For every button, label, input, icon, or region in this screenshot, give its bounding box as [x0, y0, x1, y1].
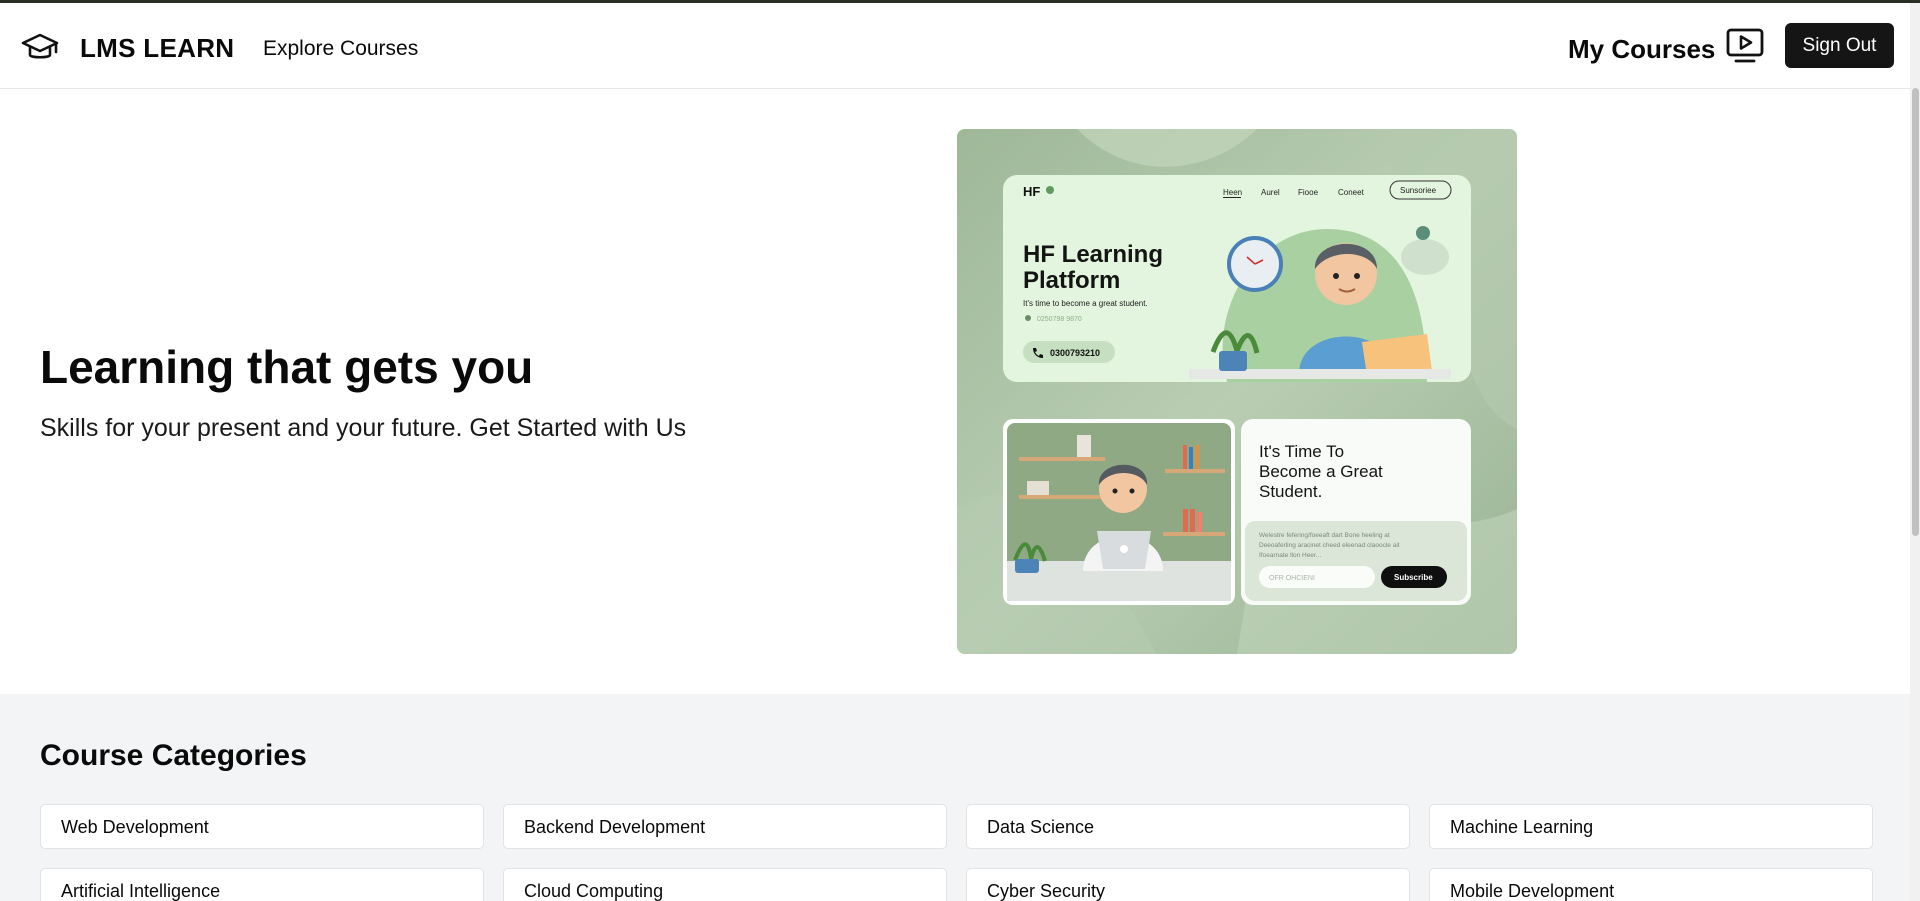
explore-courses-button[interactable]: Explore Courses [263, 37, 418, 61]
sign-out-button[interactable]: Sign Out [1785, 23, 1894, 68]
categories-heading: Course Categories [40, 739, 307, 772]
mock-card-heading-1: It's Time To [1259, 442, 1344, 461]
mock-email-input: OFR OHCIENI [1269, 575, 1315, 582]
category-machine-learning[interactable]: Machine Learning [1429, 804, 1873, 849]
mock-nav-item: Aurel [1261, 188, 1280, 197]
graduation-cap-icon [21, 33, 59, 59]
mock-tagline: It's time to become a great student. [1023, 299, 1148, 308]
category-cloud-computing[interactable]: Cloud Computing [503, 868, 947, 901]
leaf-icon [1046, 186, 1054, 194]
brand-name[interactable]: LMS LEARN [80, 33, 234, 64]
mock-small-phone: 0250798 9870 [1037, 316, 1082, 323]
category-mobile-development[interactable]: Mobile Development [1429, 868, 1873, 901]
category-web-development[interactable]: Web Development [40, 804, 484, 849]
hero-title: Learning that gets you [40, 341, 534, 393]
mock-card-heading-3: Student. [1259, 482, 1322, 501]
mock-nav-item: Coneet [1338, 188, 1365, 197]
mock-card-body-2: Deeoaferling aracinet cheed eleenad clao… [1259, 542, 1400, 549]
category-cyber-security[interactable]: Cyber Security [966, 868, 1410, 901]
gear-icon [1416, 226, 1430, 240]
scrollbar-thumb[interactable] [1912, 88, 1919, 536]
top-navbar: LMS LEARN Explore Courses My Courses Sig… [0, 3, 1920, 89]
mock-headline-1: HF Learning [1023, 241, 1163, 268]
mock-card-heading-2: Become a Great [1259, 462, 1383, 481]
tv-play-icon[interactable] [1726, 28, 1764, 64]
course-categories-section: Course Categories Web Development Backen… [0, 694, 1920, 901]
category-backend-development[interactable]: Backend Development [503, 804, 947, 849]
mock-card-body-3: Ifoearnate llon Heer... [1259, 552, 1321, 559]
mock-subscribe-pill: Sunsoriee [1400, 186, 1437, 195]
mock-card-body-1: Welestre fefering/foeeaft dart Bone heel… [1259, 532, 1390, 539]
mock-phone-button: 0300793210 [1050, 348, 1100, 358]
hero-image: HF Heen Aurel Fiooe Coneet Sunsoriee HF … [957, 129, 1517, 654]
mock-headline-2: Platform [1023, 267, 1120, 294]
hero-subtitle: Skills for your present and your future.… [40, 414, 687, 442]
category-data-science[interactable]: Data Science [966, 804, 1410, 849]
mock-subscribe-button: Subscribe [1394, 573, 1433, 582]
hero-illustration: HF Heen Aurel Fiooe Coneet Sunsoriee HF … [957, 129, 1517, 654]
hf-logo-text: HF [1023, 184, 1040, 199]
mock-nav-item: Fiooe [1298, 188, 1319, 197]
category-artificial-intelligence[interactable]: Artificial Intelligence [40, 868, 484, 901]
my-courses-button[interactable]: My Courses [1568, 34, 1715, 65]
mock-nav-item: Heen [1223, 188, 1242, 197]
